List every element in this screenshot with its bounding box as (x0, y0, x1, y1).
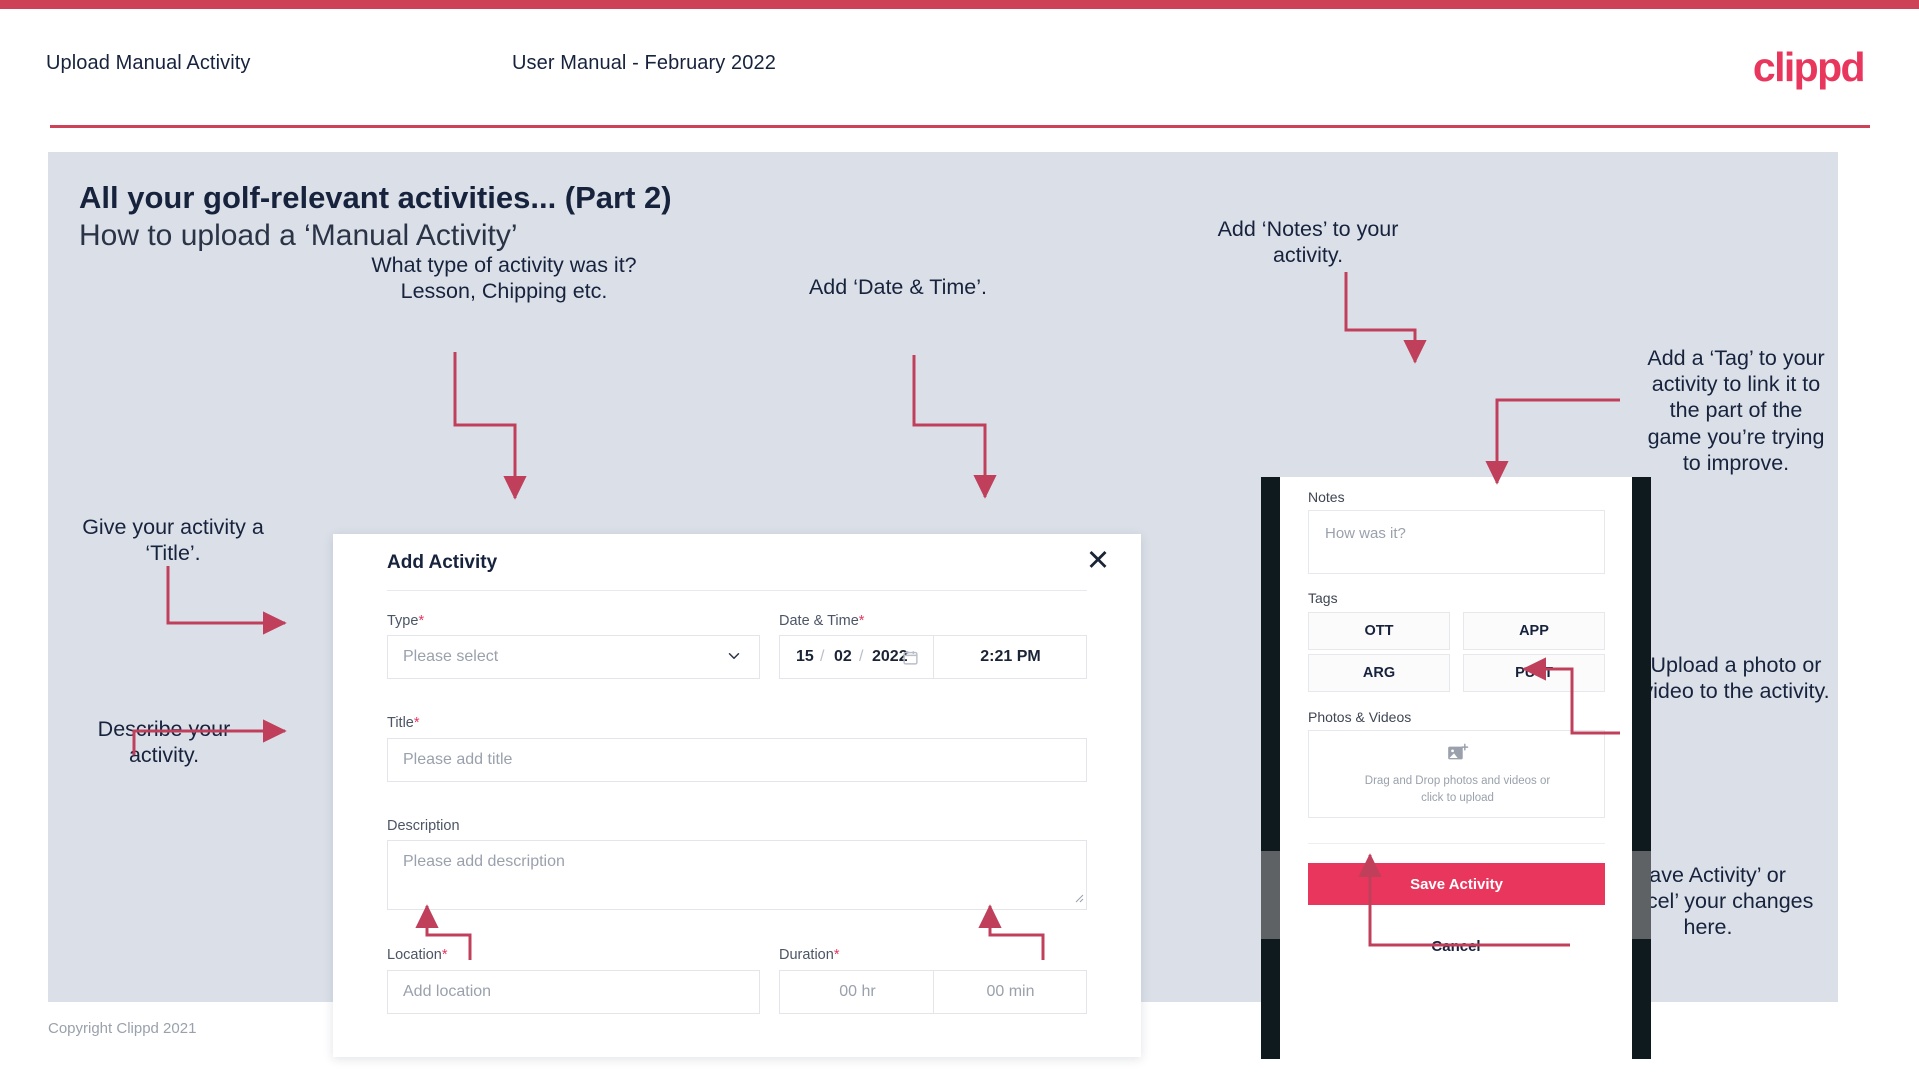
add-image-icon (1309, 743, 1606, 768)
close-icon[interactable]: ✕ (1081, 544, 1115, 578)
phone-bezel-left-button (1261, 851, 1280, 939)
description-label: Description (387, 818, 460, 834)
slide-subtitle: How to upload a ‘Manual Activity’ (79, 219, 518, 252)
tags-label: Tags (1308, 590, 1338, 606)
slide-title: All your golf-relevant activities... (Pa… (79, 180, 672, 215)
title-placeholder: Please add title (403, 751, 513, 768)
phone-bezel-left (1261, 477, 1280, 1059)
duration-minutes-input[interactable]: 00 min (934, 970, 1087, 1014)
header-title: Upload Manual Activity (46, 52, 251, 74)
footer-copyright: Copyright Clippd 2021 (48, 1020, 197, 1037)
header-divider (50, 125, 1870, 128)
phone-mockup: Notes How was it? Tags OTT APP ARG PUTT … (1261, 477, 1651, 1059)
title-required-mark: * (413, 715, 420, 731)
duration-minutes-placeholder: 00 min (986, 983, 1035, 1000)
phone-screen: Notes How was it? Tags OTT APP ARG PUTT … (1280, 477, 1632, 1059)
date-sep-1: / (820, 648, 825, 665)
description-placeholder: Please add description (403, 853, 565, 870)
header-subtitle: User Manual - February 2022 (512, 52, 776, 74)
phone-bezel-right (1632, 477, 1651, 1059)
annotation-notes: Add ‘Notes’ to your activity. (1217, 217, 1399, 268)
date-day: 15 (796, 648, 814, 665)
type-placeholder: Please select (403, 648, 499, 665)
annotation-type: What type of activity was it? Lesson, Ch… (371, 253, 637, 304)
title-input[interactable]: Please add title (387, 738, 1087, 782)
annotation-photos: Upload a photo or video to the activity. (1642, 653, 1830, 704)
notes-placeholder: How was it? (1325, 525, 1406, 542)
cancel-button[interactable]: Cancel (1280, 938, 1632, 955)
chevron-down-icon (725, 647, 743, 670)
type-label: Type* (387, 613, 424, 629)
phone-bezel-right-button (1632, 851, 1651, 939)
location-placeholder: Add location (403, 983, 492, 1000)
upload-hint-line2: click to upload (1421, 792, 1494, 804)
annotation-title: Give your activity a ‘Title’. (82, 515, 264, 566)
datetime-label: Date & Time* (779, 613, 864, 629)
description-textarea[interactable]: Please add description (387, 840, 1087, 910)
tag-button-putt[interactable]: PUTT (1463, 654, 1605, 692)
annotation-tags: Add a ‘Tag’ to your activity to link it … (1647, 346, 1825, 475)
photo-upload-dropzone[interactable]: Drag and Drop photos and videos or click… (1308, 730, 1605, 818)
page-header: Upload Manual Activity User Manual - Feb… (0, 9, 1919, 124)
duration-hours-input[interactable]: 00 hr (779, 970, 934, 1014)
tag-button-app[interactable]: APP (1463, 612, 1605, 650)
add-activity-modal: Add Activity ✕ Type* Please select Date … (333, 534, 1141, 1057)
duration-hours-placeholder: 00 hr (839, 983, 876, 1000)
top-accent-band (0, 0, 1919, 9)
photos-label: Photos & Videos (1308, 709, 1412, 725)
location-label: Location* (387, 947, 447, 963)
description-label-text: Description (387, 818, 460, 834)
resize-handle-icon[interactable] (1072, 890, 1084, 908)
phone-divider (1308, 843, 1605, 844)
title-label-text: Title (387, 715, 414, 731)
notes-textarea[interactable]: How was it? (1308, 510, 1605, 574)
tag-button-arg[interactable]: ARG (1308, 654, 1450, 692)
type-required-mark: * (418, 613, 425, 629)
datetime-label-text: Date & Time (779, 613, 859, 629)
slide-canvas: All your golf-relevant activities... (Pa… (48, 152, 1838, 1059)
location-input[interactable]: Add location (387, 970, 760, 1014)
annotation-datetime: Add ‘Date & Time’. (808, 275, 988, 299)
modal-header: Add Activity ✕ (333, 534, 1141, 590)
annotation-description: Describe your activity. (97, 717, 231, 768)
duration-label-text: Duration (779, 947, 834, 963)
type-label-text: Type (387, 613, 419, 629)
modal-divider (387, 590, 1087, 591)
datetime-required-mark: * (858, 613, 865, 629)
type-select[interactable]: Please select (387, 635, 760, 679)
save-activity-button[interactable]: Save Activity (1308, 863, 1605, 905)
time-input[interactable]: 2:21 PM (934, 635, 1087, 679)
clippd-logo: clippd (1752, 44, 1866, 90)
date-input[interactable]: 15 / 02 / 2022 (779, 635, 934, 679)
notes-label: Notes (1308, 489, 1345, 505)
date-month: 02 (834, 648, 852, 665)
duration-required-mark: * (833, 947, 840, 963)
location-required-mark: * (441, 947, 448, 963)
calendar-icon[interactable] (902, 649, 919, 671)
time-value: 2:21 PM (980, 648, 1041, 665)
date-sep-2: / (859, 648, 864, 665)
duration-label: Duration* (779, 947, 839, 963)
tag-button-ott[interactable]: OTT (1308, 612, 1450, 650)
upload-hint-line1: Drag and Drop photos and videos or (1364, 775, 1551, 787)
location-label-text: Location (387, 947, 442, 963)
title-label: Title* (387, 715, 420, 731)
modal-title: Add Activity (387, 552, 498, 573)
